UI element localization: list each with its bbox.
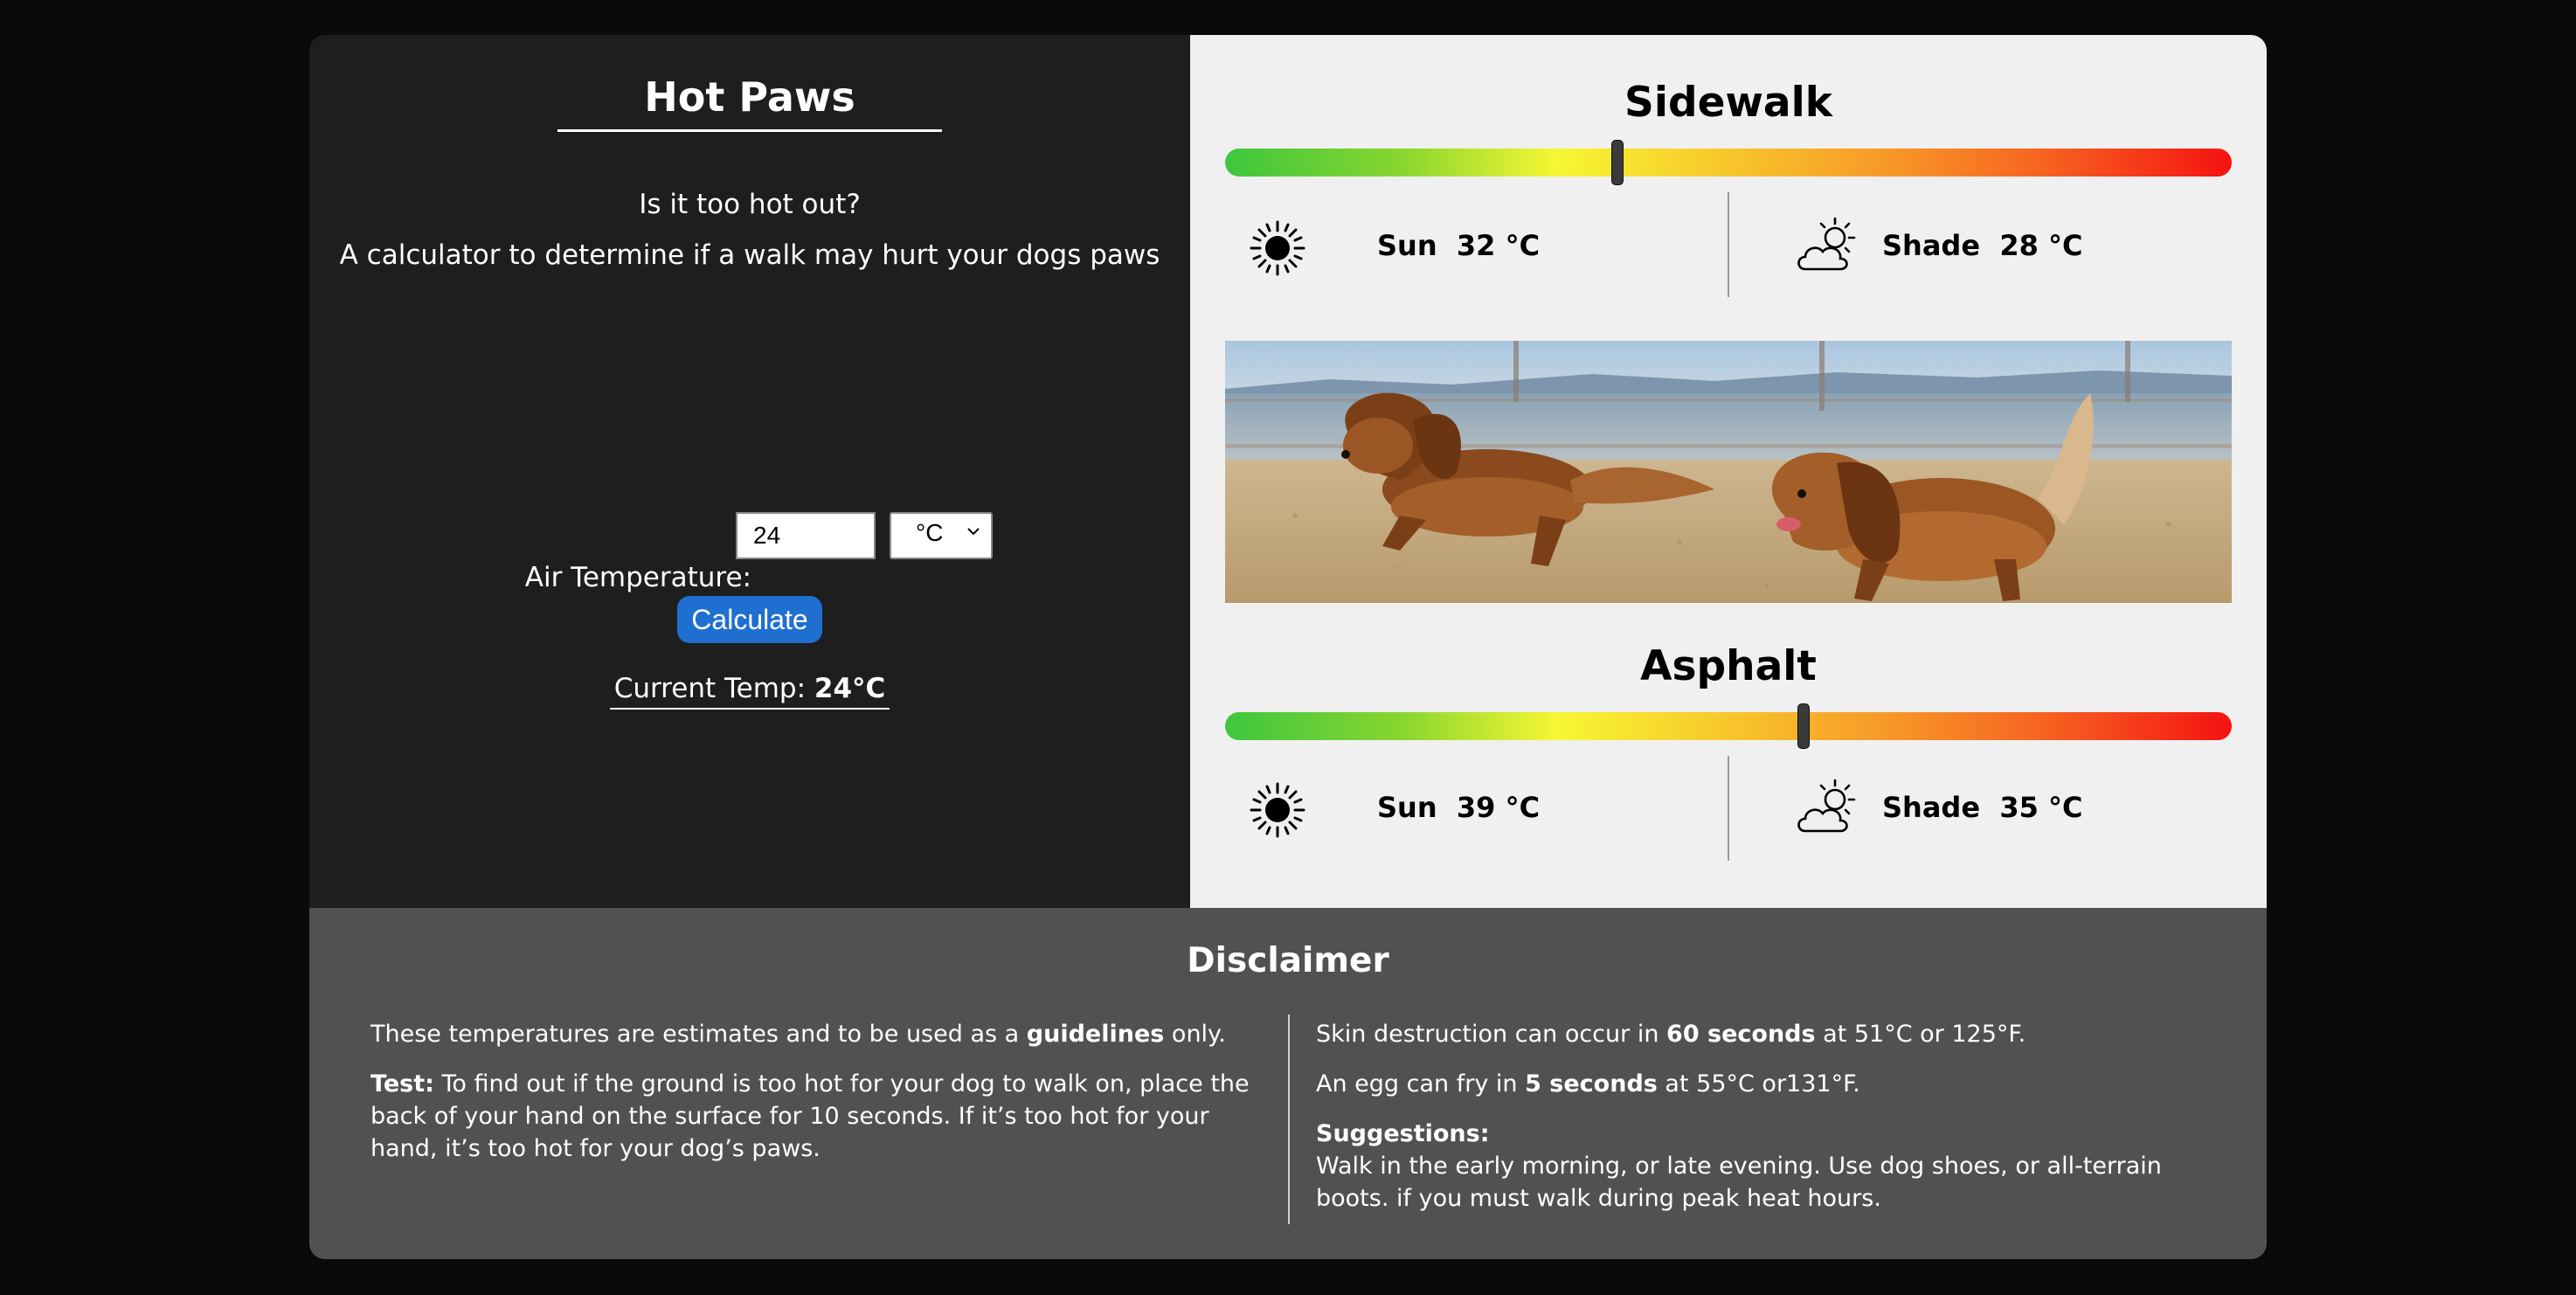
disclaimer-section: Disclaimer These temperatures are estima… [309, 908, 2267, 1259]
subtitle-question: Is it too hot out? [639, 189, 861, 220]
current-temp-value: 24°C [814, 673, 886, 704]
disclaimer-estimates-end: only. [1164, 1021, 1226, 1048]
partly-cloudy-icon [1797, 779, 1856, 833]
suggestions-label: Suggestions: [1316, 1120, 1490, 1147]
asphalt-title: Asphalt [1640, 642, 1817, 690]
sidewalk-shade-readout: Shade 28 °C [1882, 229, 2082, 262]
sidewalk-sun-value: 32 °C [1456, 229, 1541, 262]
sidewalk-readout: Sun 32 °C Shade 28 °C [1190, 192, 2267, 297]
calculator-panel: Hot Paws Is it too hot out? A calculator… [309, 35, 1190, 908]
disclaimer-egg-end: at 55°C or131°F. [1657, 1070, 1860, 1098]
sidewalk-heat-gauge [1225, 140, 2232, 185]
sidewalk-shade-value: 28 °C [1999, 229, 2083, 262]
sidewalk-title: Sidewalk [1624, 79, 1832, 127]
sidewalk-sun-label: Sun [1377, 229, 1437, 262]
dogs-photo [1225, 341, 2232, 603]
disclaimer-skin: Skin destruction can occur in 60 seconds… [1316, 1018, 2225, 1050]
disclaimer-estimates: These temperatures are estimates and to … [370, 1018, 1253, 1050]
disclaimer-skin-end: at 51°C or 125°F. [1815, 1021, 2026, 1048]
asphalt-readout: Sun 39 °C Shade 35 °C [1190, 756, 2267, 861]
disclaimer-right-column: Skin destruction can occur in 60 seconds… [1316, 1018, 2225, 1215]
disclaimer-left-column: These temperatures are estimates and to … [370, 1018, 1253, 1182]
disclaimer-skin-bold: 60 seconds [1666, 1021, 1816, 1048]
disclaimer-divider [1288, 1015, 1290, 1224]
sidewalk-sun-readout: Sun 32 °C [1377, 229, 1540, 262]
disclaimer-test-text: To find out if the ground is too hot for… [370, 1070, 1250, 1162]
asphalt-shade-value: 35 °C [1999, 791, 2083, 824]
asphalt-sun-label: Sun [1377, 791, 1437, 824]
disclaimer-estimates-bold: guidelines [1026, 1021, 1165, 1048]
app-container: Hot Paws Is it too hot out? A calculator… [309, 35, 2267, 1259]
disclaimer-egg: An egg can fry in 5 seconds at 55°C or13… [1316, 1068, 2225, 1100]
results-panel: Sidewalk Sun 32 °C Shade 28 °C Asphalt S… [1190, 35, 2267, 908]
asphalt-heat-gauge [1225, 703, 2232, 749]
partly-cloudy-icon [1797, 217, 1856, 271]
suggestions-text: Walk in the early morning, or late eveni… [1316, 1153, 2162, 1212]
sidewalk-divider [1728, 192, 1729, 297]
asphalt-shade-readout: Shade 35 °C [1882, 791, 2082, 824]
disclaimer-skin-text: Skin destruction can occur in [1316, 1021, 1667, 1048]
unit-select[interactable]: °C [890, 512, 993, 559]
asphalt-shade-label: Shade [1882, 791, 1981, 824]
asphalt-sun-readout: Sun 39 °C [1377, 791, 1540, 824]
sun-icon [1250, 782, 1305, 838]
asphalt-gauge-marker [1797, 703, 1811, 749]
calculate-button[interactable]: Calculate [677, 596, 822, 643]
current-temp-label: Current Temp: [613, 673, 807, 704]
air-temperature-input[interactable]: 24 [736, 512, 876, 559]
disclaimer-egg-bold: 5 seconds [1525, 1070, 1658, 1098]
disclaimer-egg-text: An egg can fry in [1316, 1070, 1526, 1098]
sun-icon [1250, 220, 1305, 276]
disclaimer-test-label: Test: [370, 1070, 434, 1098]
sidewalk-shade-label: Shade [1882, 229, 1981, 262]
dogs-on-beach-image [1225, 341, 2232, 603]
current-temp: Current Temp: 24°C [610, 673, 890, 710]
chevron-down-icon [967, 528, 980, 536]
disclaimer-estimates-text: These temperatures are estimates and to … [370, 1021, 1027, 1048]
disclaimer-suggestions: Suggestions: Walk in the early morning, … [1316, 1118, 2225, 1215]
app-title: Hot Paws [557, 73, 942, 132]
air-temperature-label: Air Temperature: [524, 562, 751, 593]
asphalt-divider [1728, 756, 1729, 861]
asphalt-sun-value: 39 °C [1456, 791, 1541, 824]
subtitle-description: A calculator to determine if a walk may … [339, 239, 1160, 271]
disclaimer-title: Disclaimer [1187, 941, 1389, 980]
sidewalk-gauge-marker [1611, 140, 1624, 185]
unit-select-value: °C [916, 519, 944, 546]
disclaimer-test: Test: To find out if the ground is too h… [370, 1068, 1253, 1165]
